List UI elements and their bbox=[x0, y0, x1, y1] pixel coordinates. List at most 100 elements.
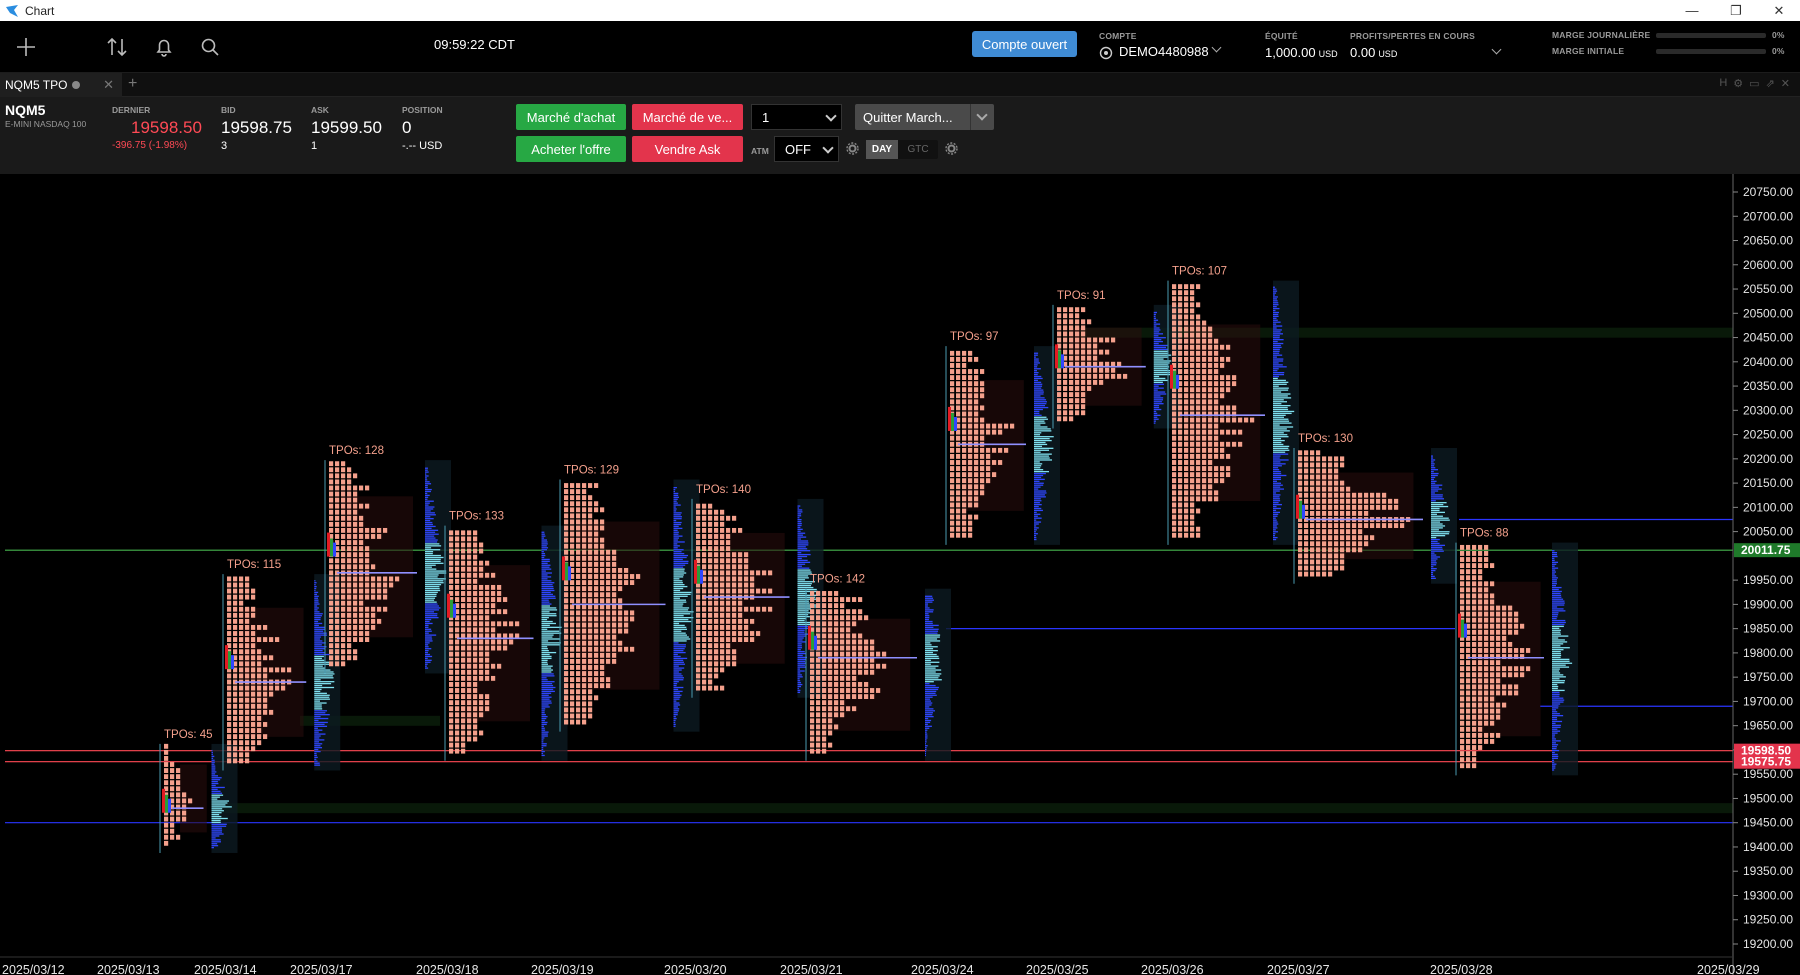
tif-gtc-button[interactable]: GTC bbox=[898, 140, 938, 159]
quantity-select[interactable]: 1 bbox=[751, 104, 842, 130]
transfer-arrows-icon[interactable] bbox=[103, 33, 131, 61]
tpo-block bbox=[702, 527, 707, 533]
tpo-block bbox=[1316, 450, 1321, 456]
tpo-block bbox=[1520, 623, 1525, 629]
volume-profile-bar bbox=[925, 620, 933, 623]
add-tab-icon[interactable]: + bbox=[128, 75, 137, 93]
volume-profile-bar bbox=[1552, 550, 1555, 552]
tpo-block bbox=[1310, 553, 1315, 559]
search-icon[interactable] bbox=[196, 33, 224, 61]
close-window-icon[interactable]: ✕ bbox=[1757, 0, 1800, 21]
add-icon[interactable] bbox=[12, 33, 40, 61]
volume-profile-bar bbox=[425, 469, 428, 471]
tpo-block bbox=[968, 387, 973, 393]
tpo-block bbox=[1196, 417, 1201, 423]
tpo-block bbox=[1069, 337, 1074, 343]
tpo-block bbox=[696, 606, 701, 612]
tab-nqm5-tpo[interactable]: NQM5 TPO ✕ bbox=[0, 73, 122, 97]
buy-market-button[interactable]: Marché d'achat bbox=[516, 104, 626, 130]
buy-offer-button[interactable]: Acheter l'offre bbox=[516, 136, 626, 162]
tpo-block bbox=[1466, 751, 1471, 757]
tpo-block bbox=[1472, 678, 1477, 684]
volume-profile-bar bbox=[797, 617, 807, 620]
volume-profile-bar bbox=[673, 630, 682, 632]
tpo-block bbox=[846, 682, 851, 687]
tpo-block bbox=[588, 658, 593, 664]
tpo-block bbox=[227, 728, 232, 733]
tpo-block bbox=[974, 447, 979, 453]
volume-profile-bar bbox=[797, 567, 810, 569]
tpo-block bbox=[455, 572, 460, 578]
atm-gear-icon[interactable] bbox=[846, 142, 859, 155]
tif-day-button[interactable]: DAY bbox=[866, 140, 898, 159]
volume-profile-bar bbox=[1431, 544, 1446, 547]
tpo-count-label: TPOs: 107 bbox=[1172, 266, 1227, 278]
volume-profile-bar bbox=[925, 729, 928, 731]
tpo-block bbox=[570, 483, 575, 488]
volume-profile-bar bbox=[797, 588, 817, 591]
tpo-block bbox=[576, 628, 581, 634]
tpo-block bbox=[1334, 486, 1339, 492]
window-icon[interactable]: ▭ bbox=[1749, 77, 1759, 90]
tpo-block bbox=[840, 645, 845, 651]
tpo-block bbox=[1208, 478, 1213, 484]
atm-select[interactable]: OFF bbox=[774, 136, 839, 162]
tpo-block bbox=[810, 706, 815, 712]
tpo-block bbox=[1190, 508, 1195, 514]
tpo-block bbox=[582, 586, 587, 592]
minimize-icon[interactable]: — bbox=[1670, 0, 1714, 21]
tpo-block bbox=[329, 582, 334, 588]
volume-profile-bar bbox=[673, 494, 679, 497]
volume-profile-bar bbox=[541, 576, 552, 578]
link-icon[interactable]: H bbox=[1719, 77, 1727, 90]
volume-profile-bar bbox=[425, 475, 429, 477]
tpo-block bbox=[702, 521, 707, 527]
tpo-block bbox=[341, 643, 346, 649]
settings-icon[interactable]: ⚙ bbox=[1733, 77, 1743, 90]
tpo-block bbox=[479, 584, 484, 590]
x-tick-label: 2025/03/27 bbox=[1267, 963, 1330, 975]
volume-profile-bar bbox=[1273, 496, 1280, 498]
tpo-block bbox=[239, 758, 244, 764]
tpo-block bbox=[1472, 593, 1477, 599]
flatten-dropdown[interactable] bbox=[970, 104, 994, 130]
tpo-block bbox=[600, 646, 605, 652]
volume-profile-bar bbox=[1034, 478, 1045, 481]
tpo-block bbox=[588, 646, 593, 652]
volume-profile-bar bbox=[314, 677, 334, 679]
tpo-block bbox=[582, 652, 587, 658]
account-value[interactable]: DEMO4480988 bbox=[1119, 44, 1209, 59]
volume-profile-bar bbox=[797, 645, 802, 647]
close-tab-icon[interactable]: ✕ bbox=[103, 77, 114, 93]
tpo-block bbox=[564, 543, 569, 549]
volume-profile-bar bbox=[541, 648, 548, 650]
volume-profile-bar bbox=[1431, 542, 1440, 545]
restore-icon[interactable]: ❐ bbox=[1714, 0, 1758, 21]
volume-profile-bar bbox=[797, 538, 801, 540]
tpo-block bbox=[1460, 587, 1465, 593]
sell-market-button[interactable]: Marché de ve... bbox=[632, 104, 743, 130]
tpo-block bbox=[347, 540, 352, 545]
volume-profile-bar bbox=[1552, 614, 1559, 616]
close-panel-icon[interactable]: ✕ bbox=[1781, 77, 1790, 90]
volume-profile-bar bbox=[925, 673, 942, 675]
tpo-block bbox=[1069, 313, 1074, 319]
volume-profile-bar bbox=[1431, 523, 1443, 525]
volume-profile-bar bbox=[925, 669, 942, 671]
tpo-block bbox=[702, 685, 707, 691]
volume-profile-bar bbox=[1273, 519, 1277, 521]
pnl-chevron-down-icon[interactable] bbox=[1491, 44, 1502, 55]
flatten-button[interactable]: Quitter March... bbox=[855, 104, 994, 130]
popout-icon[interactable]: ⇗ bbox=[1766, 77, 1775, 90]
account-chevron-down-icon[interactable] bbox=[1211, 42, 1222, 53]
tpo-block bbox=[1316, 547, 1321, 553]
tpo-block bbox=[1172, 399, 1177, 405]
tif-gear-icon[interactable] bbox=[945, 142, 958, 155]
tpo-block bbox=[576, 507, 581, 513]
volume-profile-bar bbox=[925, 679, 942, 681]
tpo-block bbox=[1063, 307, 1068, 313]
tpo-chart[interactable]: TPOs: 45TPOs: 115TPOs: 128TPOs: 133TPOs:… bbox=[0, 174, 1800, 975]
bell-icon[interactable] bbox=[150, 33, 178, 61]
open-account-button[interactable]: Compte ouvert bbox=[972, 31, 1077, 57]
sell-ask-button[interactable]: Vendre Ask bbox=[632, 136, 743, 162]
